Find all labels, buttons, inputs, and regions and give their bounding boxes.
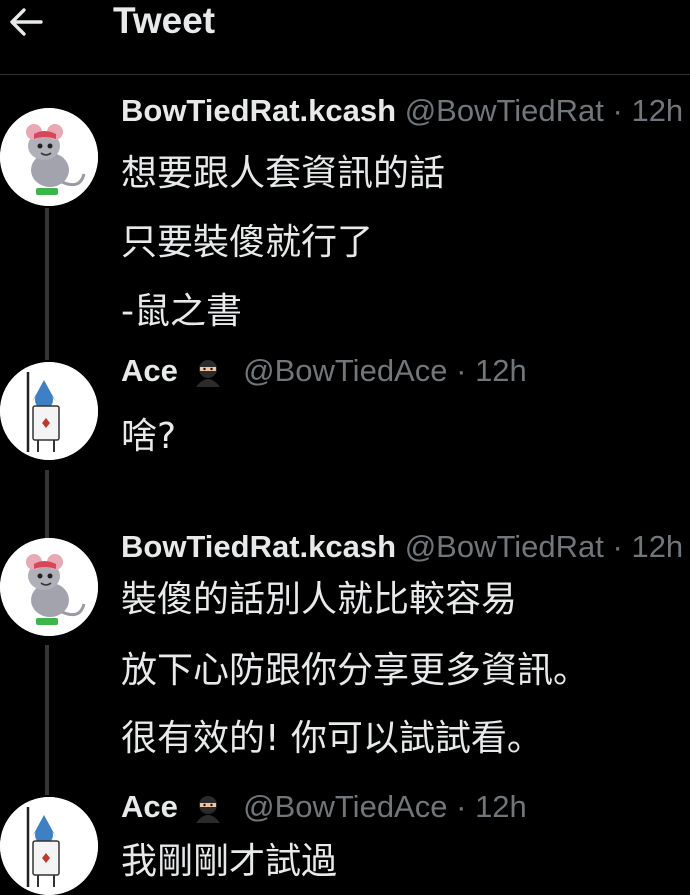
separator-dot: ·	[456, 353, 467, 388]
tweet-text-line: 我剛剛才試過	[121, 841, 338, 882]
rat-avatar-icon	[0, 108, 98, 206]
thread-connector-line	[45, 208, 49, 360]
separator-dot: ·	[456, 789, 467, 824]
tweet-header: BowTiedRat.kcash @BowTiedRat · 12h	[121, 93, 683, 129]
ace-card-avatar-icon	[0, 362, 98, 460]
tweet-text-line: 裝傻的話別人就比較容易	[121, 579, 518, 620]
author-handle[interactable]: @BowTiedRat	[405, 529, 604, 564]
tweet-header: BowTiedRat.kcash @BowTiedRat · 12h	[121, 529, 683, 565]
author-avatar[interactable]	[0, 538, 98, 636]
separator-dot: ·	[612, 529, 623, 564]
tweet-timestamp[interactable]: 12h	[631, 93, 683, 128]
author-avatar[interactable]	[0, 362, 98, 460]
ninja-emoji-icon	[193, 793, 223, 831]
thread-connector-line	[45, 470, 49, 538]
ace-card-avatar-icon	[0, 797, 98, 895]
tweet-timestamp[interactable]: 12h	[475, 353, 527, 388]
author-name[interactable]: Ace	[121, 789, 178, 824]
tweet-timestamp[interactable]: 12h	[475, 789, 527, 824]
tweet-timestamp[interactable]: 12h	[631, 529, 683, 564]
back-button[interactable]	[6, 2, 46, 42]
tweet-text-line: 很有效的! 你可以試試看。	[121, 718, 543, 759]
author-name[interactable]: BowTiedRat.kcash	[121, 93, 396, 128]
separator-dot: ·	[612, 93, 623, 128]
tweet-text-line: -鼠之書	[121, 291, 242, 332]
rat-avatar-icon	[0, 538, 98, 636]
tweet-header: Ace @BowTiedAce · 12h	[121, 789, 527, 831]
author-avatar[interactable]	[0, 108, 98, 206]
author-avatar[interactable]	[0, 797, 98, 895]
arrow-left-icon	[10, 8, 43, 36]
tweet-header: Ace @BowTiedAce · 12h	[121, 353, 527, 395]
author-handle[interactable]: @BowTiedAce	[243, 789, 447, 824]
page-title: Tweet	[113, 0, 216, 41]
author-name[interactable]: BowTiedRat.kcash	[121, 529, 396, 564]
tweet-text-line: 啥?	[121, 416, 177, 457]
tweet-text-line: 想要跟人套資訊的話	[121, 153, 446, 194]
author-name[interactable]: Ace	[121, 353, 178, 388]
tweet-text-line: 放下心防跟你分享更多資訊。	[121, 650, 590, 691]
thread-connector-line	[45, 645, 49, 795]
author-handle[interactable]: @BowTiedAce	[243, 353, 447, 388]
author-handle[interactable]: @BowTiedRat	[405, 93, 604, 128]
top-bar: Tweet	[0, 0, 690, 75]
tweet-text-line: 只要裝傻就行了	[121, 222, 374, 263]
ninja-emoji-icon	[193, 357, 223, 395]
